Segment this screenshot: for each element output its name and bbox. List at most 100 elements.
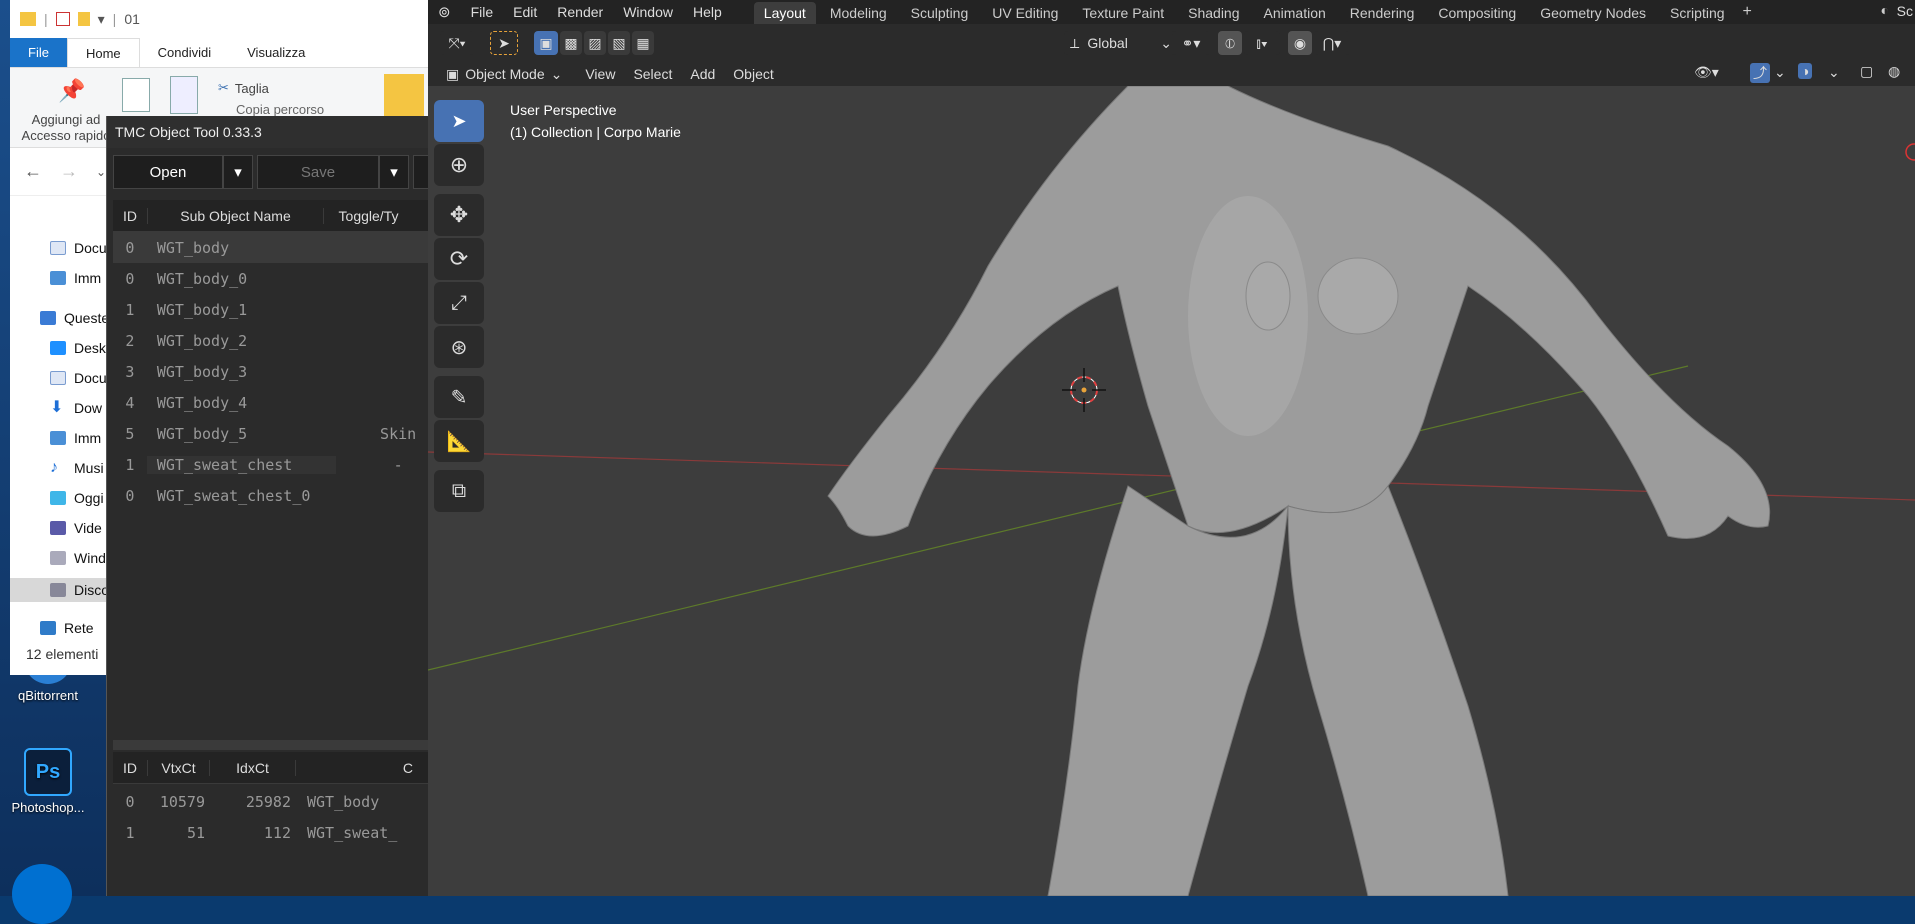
open-dropdown-button[interactable]: ▾ — [223, 155, 253, 189]
workspace-tab-geometry-nodes[interactable]: Geometry Nodes — [1530, 2, 1656, 24]
tree-item-desktop[interactable]: Desk — [50, 340, 106, 356]
menu-help[interactable]: Help — [683, 4, 732, 20]
menu-window[interactable]: Window — [613, 4, 683, 20]
mesh-row[interactable]: 1 51 112 WGT_sweat_ — [113, 817, 430, 848]
3d-viewport[interactable]: User Perspective (1) Collection | Corpo … — [428, 86, 1915, 896]
scene-selector-icon[interactable]: ◐ — [1881, 2, 1889, 18]
tool-select-box[interactable]: ➤ — [434, 100, 484, 142]
tree-item-immagini[interactable]: Imm — [50, 270, 101, 286]
sub-object-row[interactable]: 0 WGT_sweat_chest_0 — [113, 480, 430, 511]
workspace-tab-animation[interactable]: Animation — [1254, 2, 1336, 24]
paste-icon[interactable] — [170, 76, 198, 114]
overlay-toggle-icon[interactable]: ◑ — [1798, 63, 1813, 79]
tree-item-musica[interactable]: ♪ Musi — [50, 460, 104, 477]
transform-orientation-dropdown[interactable]: ⟂ Global ⌄ — [1064, 31, 1176, 55]
tree-item-oggetti-3d[interactable]: Oggi — [50, 490, 104, 506]
playstation-icon[interactable] — [12, 864, 72, 924]
pin-icon[interactable]: 📌 — [58, 78, 85, 103]
sub-object-row[interactable]: 1 WGT_sweat_chest - — [113, 449, 430, 480]
tool-cursor[interactable]: ⊕ — [434, 144, 484, 186]
snap-toggle-icon[interactable]: ⦶ — [1218, 31, 1242, 55]
wireframe-shading-icon[interactable]: ◍ — [1888, 63, 1900, 80]
tree-item-windows-drive[interactable]: Wind — [50, 550, 106, 566]
sub-object-row[interactable]: 1 WGT_body_1 — [113, 294, 430, 325]
col-name-header[interactable]: Sub Object Name — [147, 207, 323, 224]
visibility-eye-icon[interactable]: 👁▾ — [1694, 64, 1719, 81]
menu-render[interactable]: Render — [547, 4, 613, 20]
quick-access-dropdown-icon[interactable]: ▾ — [98, 11, 105, 28]
workspace-tab-modeling[interactable]: Modeling — [820, 2, 897, 24]
workspace-tab-compositing[interactable]: Compositing — [1428, 2, 1526, 24]
sub-object-row[interactable]: 2 WGT_body_2 — [113, 325, 430, 356]
menu-file[interactable]: File — [461, 4, 504, 20]
workspace-tab-texture-paint[interactable]: Texture Paint — [1072, 2, 1174, 24]
view-menu[interactable]: View — [576, 64, 624, 84]
add-workspace-icon[interactable]: + — [1737, 3, 1758, 21]
select-mode-intersect-icon[interactable]: ▦ — [632, 31, 654, 55]
row-toggle-type[interactable]: Skin — [336, 425, 430, 443]
cut-button[interactable]: ✂ Taglia — [218, 80, 269, 96]
scene-name[interactable]: Sc — [1897, 3, 1913, 19]
col-idxct-header[interactable]: IdxCt — [209, 759, 295, 776]
back-arrow-icon[interactable]: ← — [24, 161, 42, 182]
workspace-tab-rendering[interactable]: Rendering — [1340, 2, 1425, 24]
sub-object-row[interactable]: 0 WGT_body_0 — [113, 263, 430, 294]
chevron-down-icon[interactable]: ⌄ — [1828, 64, 1840, 81]
save-button[interactable]: Save — [257, 155, 379, 189]
tree-item-questo-pc[interactable]: Queste — [40, 310, 109, 326]
workspace-tab-shading[interactable]: Shading — [1178, 2, 1249, 24]
tool-scale[interactable]: ⤢ — [434, 282, 484, 324]
tab-condividi[interactable]: Condividi — [140, 38, 229, 67]
select-box-icon[interactable]: ➤ — [490, 31, 518, 55]
forward-arrow-icon[interactable]: → — [60, 161, 78, 182]
falloff-curve-icon[interactable]: ⋂▾ — [1314, 31, 1350, 55]
sub-object-row[interactable]: 3 WGT_body_3 — [113, 356, 430, 387]
col-vtxct-header[interactable]: VtxCt — [147, 759, 209, 776]
sub-object-row[interactable]: 0 WGT_body — [113, 232, 430, 263]
recent-dropdown-icon[interactable]: ⌄ — [96, 165, 106, 179]
copy-path-button[interactable]: Copia percorso — [236, 102, 324, 116]
workspace-tab-scripting[interactable]: Scripting — [1660, 2, 1734, 24]
sub-object-row[interactable]: 5 WGT_body_5 Skin — [113, 418, 430, 449]
col-id-header[interactable]: ID — [113, 208, 147, 224]
menu-edit[interactable]: Edit — [503, 4, 547, 20]
grid-splitter[interactable] — [113, 740, 430, 750]
tab-home[interactable]: Home — [66, 38, 140, 67]
pivot-point-icon[interactable]: ⚭▾ — [1172, 31, 1210, 55]
move-to-icon[interactable] — [384, 74, 424, 120]
properties-icon[interactable] — [55, 12, 70, 26]
tab-file[interactable]: File — [10, 38, 67, 67]
snap-target-icon[interactable]: ⫾▾ — [1244, 31, 1280, 55]
mesh-row[interactable]: 0 10579 25982 WGT_body — [113, 786, 430, 817]
tree-item-video[interactable]: Vide — [50, 520, 102, 536]
tool-annotate[interactable]: ✎ — [434, 376, 484, 418]
select-menu[interactable]: Select — [624, 64, 681, 84]
tool-rotate[interactable]: ⟳ — [434, 238, 484, 280]
xray-toggle-icon[interactable]: ▢ — [1860, 63, 1873, 80]
workspace-tab-layout[interactable]: Layout — [753, 2, 816, 24]
tree-item-documenti-2[interactable]: Docu — [50, 370, 107, 386]
tab-visualizza[interactable]: Visualizza — [229, 38, 323, 67]
select-mode-subtract-icon[interactable]: ▨ — [584, 31, 606, 55]
tree-item-download[interactable]: ⬇ Dow — [50, 400, 102, 417]
row-toggle-type[interactable]: - — [336, 456, 430, 474]
workspace-tab-uv-editing[interactable]: UV Editing — [982, 2, 1068, 24]
workspace-tab-sculpting[interactable]: Sculpting — [901, 2, 979, 24]
save-dropdown-button[interactable]: ▾ — [379, 155, 409, 189]
tool-move[interactable]: ✥ — [434, 194, 484, 236]
select-mode-new-icon[interactable]: ▣ — [534, 31, 558, 55]
col-id-header[interactable]: ID — [113, 760, 147, 776]
col-c-header[interactable]: C — [295, 759, 415, 776]
blender-logo-icon[interactable]: ⊚ — [428, 3, 461, 21]
select-mode-invert-icon[interactable]: ▧ — [608, 31, 630, 55]
mode-dropdown[interactable]: ▣ Object Mode ⌄ — [440, 64, 568, 85]
chevron-down-icon[interactable]: ⌄ — [1774, 64, 1786, 81]
proportional-edit-icon[interactable]: ◉ — [1288, 31, 1312, 55]
desktop-icon-photoshop[interactable]: Ps Photoshop... — [2, 748, 94, 815]
transform-pivot-icon[interactable]: ⤧▾ — [440, 31, 474, 55]
tool-measure[interactable]: 📐 — [434, 420, 484, 462]
object-menu[interactable]: Object — [724, 64, 782, 84]
select-mode-extend-icon[interactable]: ▩ — [560, 31, 582, 55]
pin-to-quick-access-button[interactable]: Aggiungi ad Accesso rapido — [16, 112, 116, 144]
new-folder-icon[interactable] — [77, 12, 90, 26]
